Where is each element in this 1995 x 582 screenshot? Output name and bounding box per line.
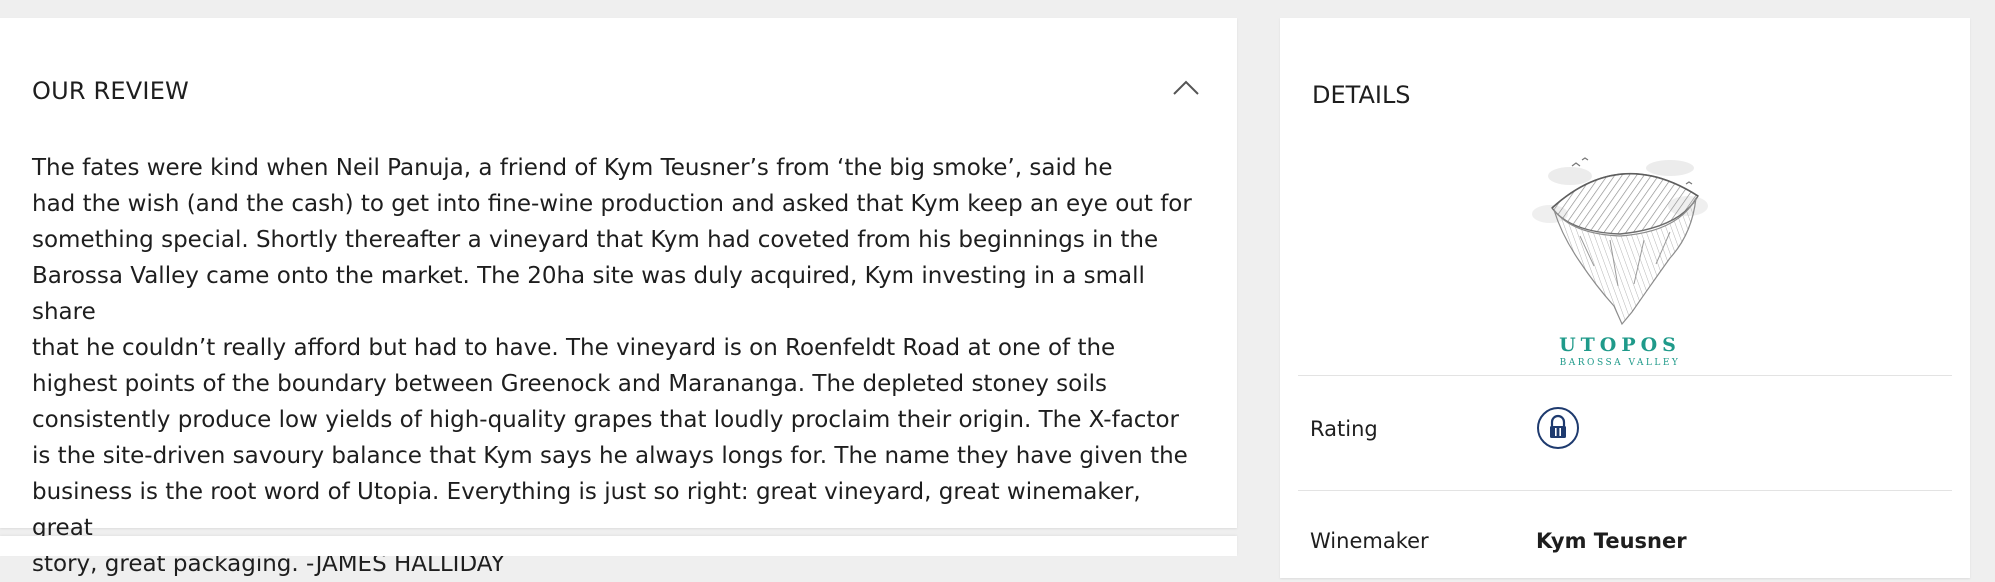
lock-icon <box>1537 407 1579 449</box>
logo-subtitle: BAROSSA VALLEY <box>1559 358 1681 368</box>
details-title: DETAILS <box>1312 81 1411 109</box>
divider <box>1298 490 1952 491</box>
winemaker-label: Winemaker <box>1310 529 1429 553</box>
review-text: The fates were kind when Neil Panuja, a … <box>32 155 1192 577</box>
winemaker-value: Kym Teusner <box>1536 529 1687 553</box>
details-card: DETAILS UTOPOS BAROSSA VALLEY Rating Win… <box>1280 18 1970 578</box>
floating-island-logo <box>1532 157 1708 326</box>
winery-logo: UTOPOS BAROSSA VALLEY <box>1510 136 1730 372</box>
review-title: OUR REVIEW <box>32 77 189 105</box>
rating-label: Rating <box>1310 417 1378 441</box>
divider <box>1298 375 1952 376</box>
logo-wordmark: UTOPOS <box>1559 334 1681 356</box>
collapse-review-button[interactable] <box>1164 70 1208 106</box>
chevron-up-icon <box>1173 80 1199 95</box>
rating-lock-button[interactable] <box>1536 406 1580 450</box>
review-card: OUR REVIEW The fates were kind when Neil… <box>0 18 1237 577</box>
next-card-edge <box>0 536 1237 556</box>
